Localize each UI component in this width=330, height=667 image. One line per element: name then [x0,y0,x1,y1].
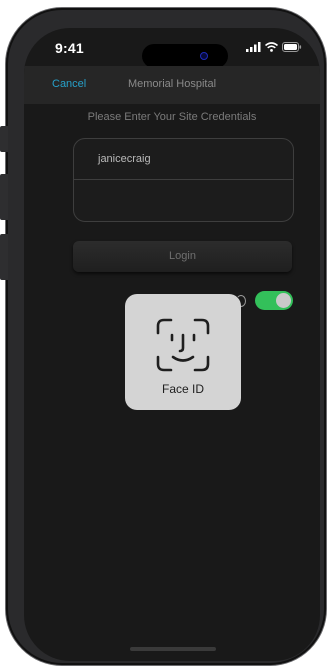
phone-frame: 9:41 Cancel Memorial Hospital Please Ent… [0,8,326,665]
face-id-overlay: Face ID [125,294,241,410]
credentials-prompt: Please Enter Your Site Credentials [87,111,257,123]
signal-icon [246,42,261,52]
toggle-knob [276,293,291,308]
home-indicator [130,647,216,651]
login-button[interactable]: Login [73,241,292,272]
username-field[interactable]: janicecraig [74,139,293,179]
screen: 9:41 Cancel Memorial Hospital Please Ent… [24,28,320,661]
dynamic-island [142,44,228,68]
volume-up-button [0,174,8,220]
nav-bar: Cancel Memorial Hospital [24,66,320,104]
camera-dot [200,52,208,60]
volume-down-button [0,234,8,280]
credentials-box: janicecraig [73,138,294,222]
battery-icon [282,42,302,52]
nav-title: Memorial Hospital [127,78,217,90]
status-icons [246,42,302,52]
remember-toggle[interactable] [255,291,293,310]
silent-switch [0,126,8,152]
status-time: 9:41 [55,40,84,56]
face-id-label: Face ID [161,382,204,396]
wifi-icon [265,42,278,52]
face-id-icon [156,318,210,372]
password-field[interactable] [74,179,293,220]
